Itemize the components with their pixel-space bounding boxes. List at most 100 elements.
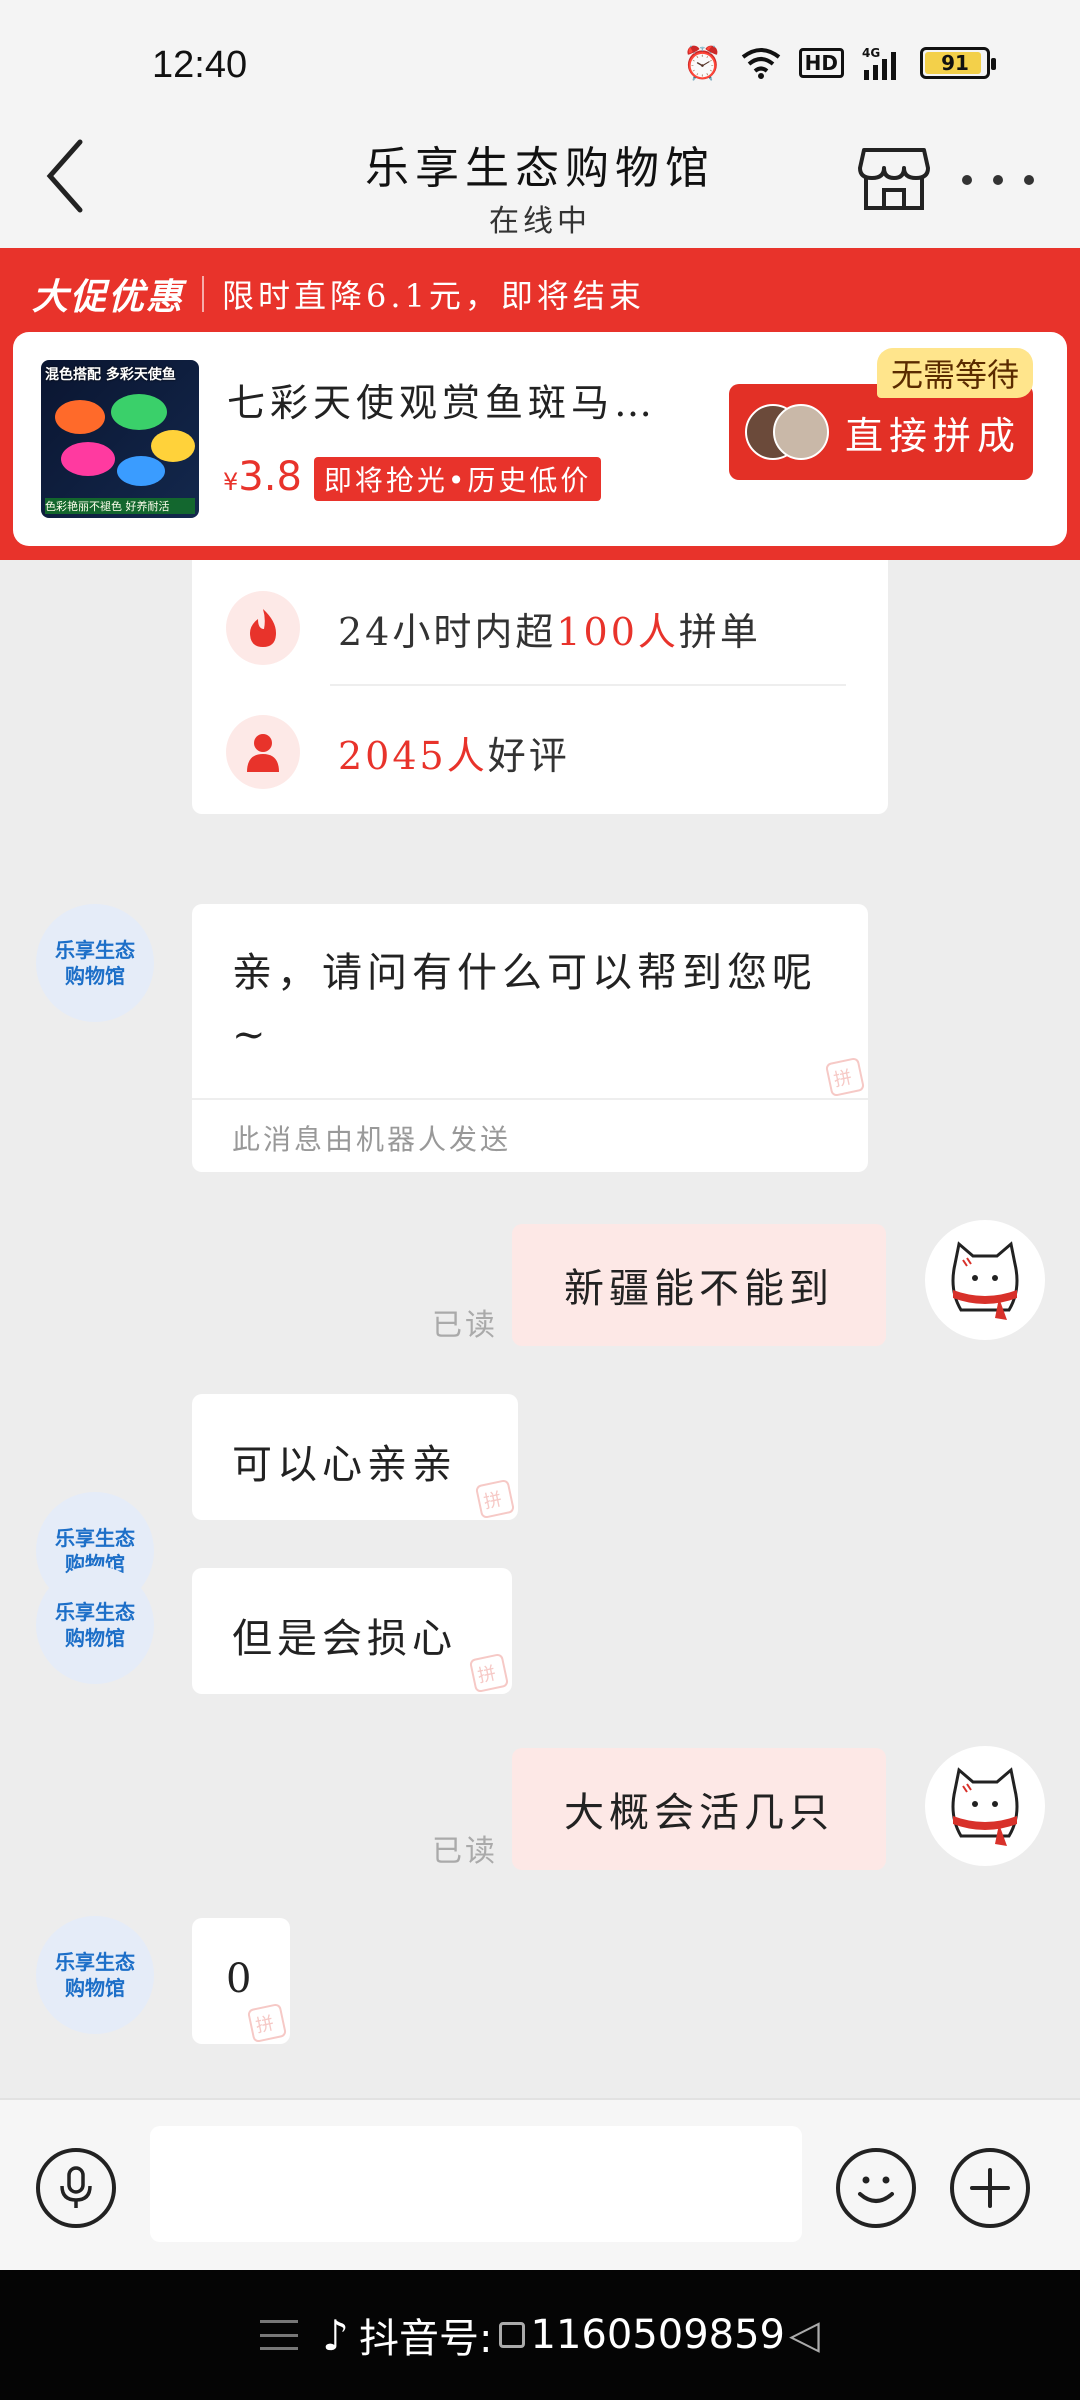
product-image-subcaption: 色彩艳丽不褪色 好养耐活 — [45, 498, 195, 514]
emoji-button[interactable] — [836, 2148, 916, 2228]
home-square-icon[interactable] — [498, 2322, 525, 2348]
cat-avatar-icon — [951, 1241, 1019, 1320]
promo-banner: 大促优惠 限时直降6.1元，即将结束 混色搭配 多彩天使鱼 色彩艳丽不褪色 好养… — [0, 248, 1080, 560]
shop-avatar-line1: 乐享生态 — [55, 1526, 135, 1550]
hd-icon: HD — [798, 48, 844, 78]
message-bubble-incoming[interactable]: 可以心亲亲 拼 — [192, 1394, 518, 1520]
message-bubble-incoming[interactable]: 0 拼 — [192, 1918, 290, 2044]
shop-avatar[interactable]: 乐享生态 购物馆 — [36, 1916, 154, 2034]
more-dot — [993, 175, 1003, 185]
shop-avatar-line1: 乐享生态 — [55, 1950, 135, 1974]
message-bubble-incoming[interactable]: 亲，请问有什么可以帮到您呢~ 此消息由机器人发送 拼 — [192, 904, 868, 1172]
voice-button[interactable] — [36, 2148, 116, 2228]
chat-header: 乐享生态购物馆 在线中 — [0, 130, 1080, 248]
message-bubble-outgoing[interactable]: 新疆能不能到 — [512, 1224, 886, 1346]
microphone-icon — [60, 2166, 92, 2208]
info-row-reviews: 2045人好评 — [226, 712, 856, 792]
currency-symbol: ¥ — [223, 468, 239, 496]
product-image[interactable]: 混色搭配 多彩天使鱼 色彩艳丽不褪色 好养耐活 — [41, 360, 199, 518]
message-input[interactable] — [150, 2126, 802, 2242]
shop-avatar-line2: 购物馆 — [65, 1626, 125, 1650]
promo-description: 限时直降6.1元，即将结束 — [222, 277, 645, 315]
shop-avatar[interactable]: 乐享生态 购物馆 — [36, 904, 154, 1022]
read-status: 已读 — [432, 1834, 498, 1869]
fish-shape — [61, 442, 115, 476]
message-text: 大概会活几只 — [564, 1790, 834, 1836]
message-text: 亲，请问有什么可以帮到您呢~ — [232, 950, 817, 1058]
divider — [192, 1098, 868, 1100]
promo-header: 大促优惠 限时直降6.1元，即将结束 — [32, 268, 645, 320]
user-avatar[interactable] — [925, 1220, 1045, 1340]
info-orders-prefix: 24小时内超 — [338, 609, 557, 654]
menu-line — [260, 2347, 299, 2350]
bottom-nav-bar: ♪ 抖音号: 1160509859 ◁ — [0, 2270, 1080, 2400]
shop-avatar[interactable]: 乐享生态 购物馆 — [36, 1566, 154, 1684]
info-reviews-suffix: 好评 — [487, 733, 570, 778]
price-row: ¥ 3.8 即将抢光•历史低价 — [223, 454, 602, 501]
plus-icon — [970, 2168, 1010, 2208]
status-bar: 12:40 ⏰ HD 4G 91 — [0, 0, 1080, 130]
menu-line — [260, 2320, 299, 2323]
fish-shape — [117, 456, 165, 486]
promo-divider — [202, 276, 205, 312]
join-group-button[interactable]: 直接拼成 — [729, 384, 1033, 480]
user-avatar[interactable] — [925, 1746, 1045, 1866]
more-dot — [1024, 175, 1034, 185]
more-options-button[interactable] — [962, 160, 1034, 200]
douyin-label: 抖音号: — [359, 2316, 493, 2362]
shop-info-card: 24小时内超100人拼单 2045人好评 — [192, 560, 888, 814]
info-orders-text: 24小时内超100人拼单 — [338, 601, 761, 656]
shop-avatar-line1: 乐享生态 — [55, 1600, 135, 1624]
bot-sent-note: 此消息由机器人发送 — [232, 1123, 512, 1156]
info-orders-suffix: 拼单 — [678, 609, 761, 654]
fish-shape — [55, 400, 105, 434]
menu-line — [260, 2333, 299, 2337]
info-row-orders: 24小时内超100人拼单 — [226, 588, 856, 668]
menu-icon[interactable] — [260, 2320, 299, 2350]
product-price: 3.8 — [238, 454, 302, 500]
info-orders-count: 100人 — [556, 609, 679, 654]
info-reviews-count: 2045人 — [338, 733, 488, 778]
fire-icon — [226, 591, 300, 665]
read-status: 已读 — [432, 1308, 498, 1343]
message-text: 可以心亲亲 — [232, 1442, 457, 1488]
avatar — [773, 404, 829, 460]
join-avatars — [745, 404, 831, 460]
plus-button[interactable] — [950, 2148, 1030, 2228]
signal-4g-icon: 4G — [862, 46, 896, 80]
product-name: 七彩天使观赏鱼斑马… — [227, 381, 658, 425]
message-bubble-outgoing[interactable]: 大概会活几只 — [512, 1748, 886, 1870]
cat-avatar-icon — [951, 1767, 1019, 1846]
more-dot — [962, 175, 972, 185]
promo-title: 大促优惠 — [32, 277, 185, 318]
shop-avatar-line1: 乐享生态 — [55, 938, 135, 962]
product-image-caption: 混色搭配 多彩天使鱼 — [45, 367, 176, 383]
tiktok-icon: ♪ — [322, 2310, 350, 2360]
pin-watermark-icon: 拼 — [474, 1478, 516, 1520]
message-text: 但是会损心 — [232, 1616, 457, 1662]
fish-shape — [151, 430, 195, 462]
pin-watermark-icon: 拼 — [246, 2002, 288, 2044]
battery-icon: 91 — [920, 47, 996, 79]
battery-level: 91 — [941, 51, 969, 75]
status-icons: ⏰ HD 4G 91 — [682, 44, 996, 82]
product-card[interactable]: 混色搭配 多彩天使鱼 色彩艳丽不褪色 好养耐活 七彩天使观赏鱼斑马… ¥ 3.8… — [13, 332, 1067, 546]
douyin-id: ♪ 抖音号: 1160509859 ◁ — [322, 2306, 820, 2364]
store-icon[interactable] — [858, 144, 930, 214]
price-tag: 即将抢光•历史低价 — [313, 457, 602, 501]
smiley-icon — [858, 2176, 894, 2203]
svg-text:4G: 4G — [862, 46, 880, 60]
alarm-icon: ⏰ — [682, 44, 723, 82]
message-text: 新疆能不能到 — [564, 1266, 834, 1312]
pin-watermark-icon: 拼 — [824, 1056, 866, 1098]
message-bubble-incoming[interactable]: 但是会损心 拼 — [192, 1568, 512, 1694]
nav-back-icon[interactable]: ◁ — [789, 2312, 820, 2358]
join-button-label: 直接拼成 — [845, 413, 1022, 458]
message-text: 0 — [226, 1956, 257, 2002]
pin-watermark-icon: 拼 — [468, 1652, 510, 1694]
shop-avatar-line2: 购物馆 — [65, 964, 125, 988]
no-wait-badge: 无需等待 — [877, 348, 1034, 398]
status-time: 12:40 — [152, 44, 248, 86]
chat-area[interactable]: 24小时内超100人拼单 2045人好评 乐享生态 购物馆 亲，请问有什么可以帮… — [0, 560, 1080, 2098]
fish-shape — [111, 394, 167, 430]
